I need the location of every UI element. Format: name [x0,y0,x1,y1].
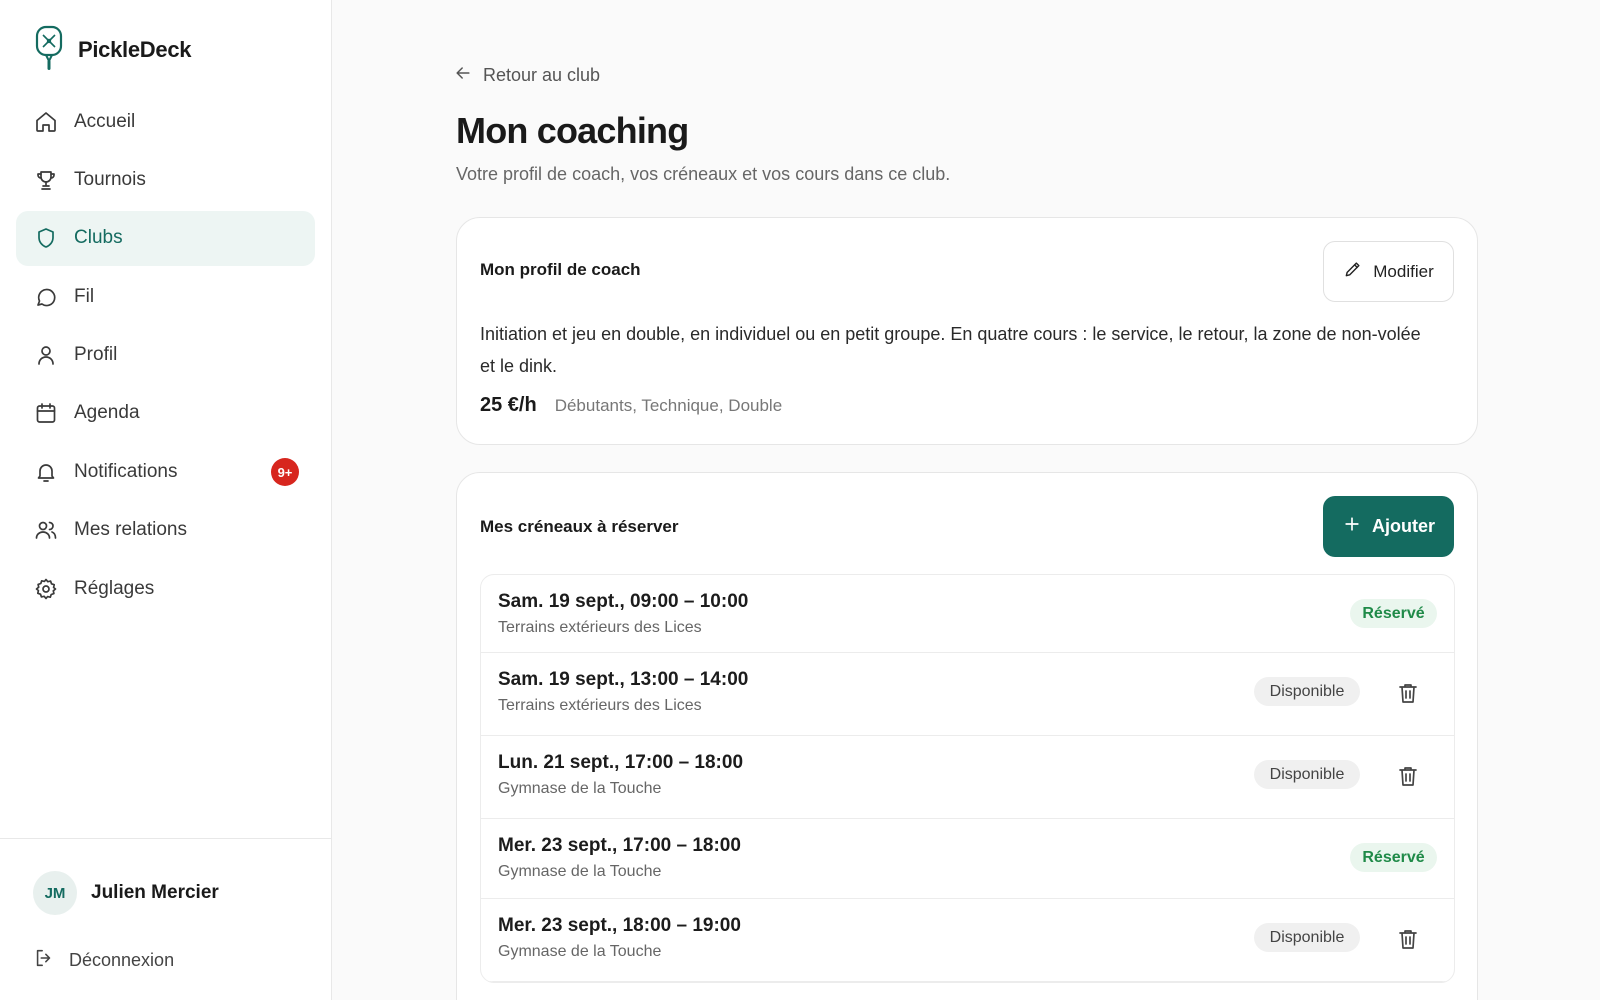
sidebar-item-label: Mes relations [74,519,187,541]
sidebar-item-mes-relations[interactable]: Mes relations [16,503,315,558]
arrow-left-icon [453,63,473,88]
slots-title: Mes créneaux à réserver [480,517,679,536]
user-name: Julien Mercier [91,882,219,903]
user-icon [34,343,58,367]
slot-row[interactable]: Sam. 19 sept., 13:00 – 14:00 Terrains ex… [481,653,1454,736]
coach-profile-title: Mon profil de coach [480,260,641,279]
sidebar-footer: JM Julien Mercier Déconnexion [0,838,331,1000]
slot-place: Gymnase de la Touche [498,863,662,880]
sidebar-item-profil[interactable]: Profil [16,328,315,383]
trash-icon[interactable] [1396,927,1420,951]
status-badge: Disponible [1254,760,1360,789]
sidebar-item-label: Réglages [74,577,155,599]
slot-date: Mer. 23 sept., 18:00 – 19:00 [498,915,741,936]
slot-place: Gymnase de la Touche [498,943,662,960]
slot-place: Gymnase de la Touche [498,780,662,797]
coach-meta: 25 €/h Débutants, Technique, Double [480,394,782,417]
home-icon [34,110,58,134]
sidebar-item-label: Accueil [74,110,136,132]
chat-icon [34,285,58,309]
slots-card: Mes créneaux à réserver Ajouter Sam. 19 … [456,472,1478,1000]
sidebar-nav: Accueil Tournois Clubs Fil Profil Agenda… [16,94,315,620]
coach-description: Initiation et jeu en double, en individu… [480,324,1421,376]
sidebar-item-clubs[interactable]: Clubs [16,210,315,266]
slot-place: Terrains extérieurs des Lices [498,697,702,714]
trash-icon[interactable] [1396,764,1420,788]
sidebar-item-label: Agenda [74,402,140,424]
sidebar-item-tournois[interactable]: Tournois [16,152,315,207]
sidebar-item-accueil[interactable]: Accueil [16,94,315,149]
logout-label: Déconnexion [69,950,175,970]
slot-row[interactable]: Mer. 23 sept., 18:00 – 19:00 Gymnase de … [481,899,1454,982]
sidebar-item-label: Tournois [74,168,146,190]
slot-list: Sam. 19 sept., 09:00 – 10:00 Terrains ex… [480,574,1455,983]
status-badge: Disponible [1254,923,1360,952]
page-subtitle: Votre profil de coach, vos créneaux et v… [456,164,951,184]
slot-row[interactable]: Lun. 21 sept., 17:00 – 18:00 Gymnase de … [481,736,1454,819]
sidebar-item-reglages[interactable]: Réglages [16,561,315,616]
add-slot-button[interactable]: Ajouter [1323,496,1454,557]
notification-count-badge: 9+ [271,458,299,487]
sidebar-item-label: Notifications [74,460,178,482]
edit-label: Modifier [1373,261,1434,281]
status-badge: Réservé [1350,843,1437,872]
hourly-price: 25 €/h [480,394,537,416]
slot-date: Sam. 19 sept., 09:00 – 10:00 [498,591,749,612]
slot-date: Lun. 21 sept., 17:00 – 18:00 [498,752,744,773]
brand[interactable]: PickleDeck [34,25,192,76]
slot-place: Terrains extérieurs des Lices [498,619,702,636]
plus-icon [1342,514,1362,539]
trophy-icon [34,168,58,192]
slot-date: Sam. 19 sept., 13:00 – 14:00 [498,669,749,690]
sidebar-item-fil[interactable]: Fil [16,269,315,324]
sidebar-item-label: Profil [74,344,118,366]
slot-row[interactable]: Mer. 23 sept., 17:00 – 18:00 Gymnase de … [481,819,1454,899]
sidebar-item-agenda[interactable]: Agenda [16,386,315,441]
coach-specialties: Débutants, Technique, Double [554,396,783,415]
current-user[interactable]: JM Julien Mercier [33,871,219,915]
back-label: Retour au club [483,65,601,85]
logout-button[interactable]: Déconnexion [33,947,174,974]
users-icon [34,518,58,542]
app-name: PickleDeck [78,37,192,62]
bell-icon [34,460,58,484]
pickleball-paddle-logo-icon [34,25,64,76]
shield-icon [34,226,58,250]
sidebar-item-label: Clubs [74,227,123,249]
calendar-icon [34,401,58,425]
gear-icon [34,577,58,601]
trash-icon[interactable] [1396,681,1420,705]
back-to-club-link[interactable]: Retour au club [453,63,600,88]
slot-date: Mer. 23 sept., 17:00 – 18:00 [498,835,741,856]
sidebar-item-label: Fil [74,285,95,307]
page-title: Mon coaching [456,110,689,151]
logout-icon [33,947,55,974]
status-badge: Réservé [1350,599,1437,628]
sidebar-item-notifications[interactable]: Notifications 9+ [16,444,315,499]
coach-profile-card: Mon profil de coach Modifier Initiation … [456,217,1478,445]
sidebar: PickleDeck Accueil Tournois Clubs Fil Pr… [0,0,332,1000]
edit-profile-button[interactable]: Modifier [1323,241,1454,302]
avatar: JM [33,871,77,915]
status-badge: Disponible [1254,677,1360,706]
slot-row[interactable]: Sam. 19 sept., 09:00 – 10:00 Terrains ex… [481,575,1454,653]
add-label: Ajouter [1372,516,1435,536]
pencil-icon [1343,259,1363,284]
